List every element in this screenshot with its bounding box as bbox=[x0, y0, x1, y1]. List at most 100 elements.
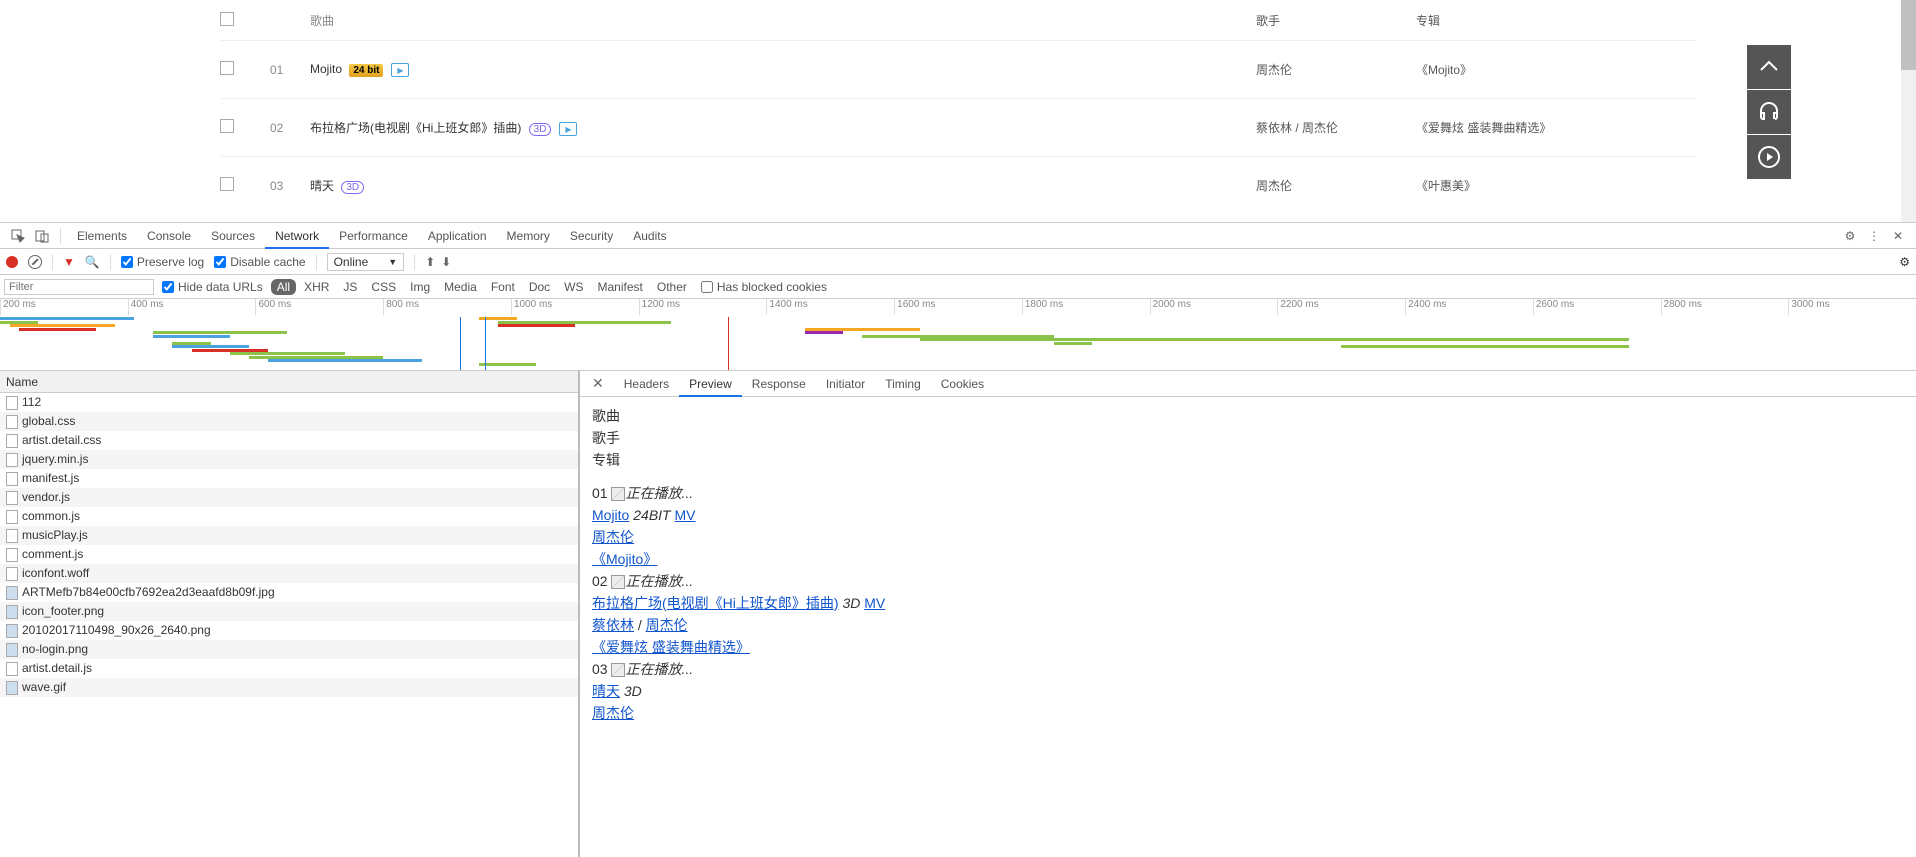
file-icon bbox=[6, 529, 18, 543]
device-toggle-icon[interactable] bbox=[34, 228, 50, 244]
request-row[interactable]: global.css bbox=[0, 412, 578, 431]
devtools-main-tabs: ElementsConsoleSourcesNetworkPerformance… bbox=[0, 223, 1916, 249]
request-row[interactable]: wave.gif bbox=[0, 678, 578, 697]
preview-artist-link[interactable]: 蔡依林 bbox=[592, 617, 634, 633]
main-tab-application[interactable]: Application bbox=[418, 223, 497, 249]
filter-type-doc[interactable]: Doc bbox=[523, 279, 556, 295]
preview-content[interactable]: 歌曲歌手专辑01 正在播放...Mojito 24BIT MV周杰伦《Mojit… bbox=[580, 397, 1916, 857]
inspect-icon[interactable] bbox=[10, 228, 26, 244]
request-row[interactable]: common.js bbox=[0, 507, 578, 526]
detail-tab-preview[interactable]: Preview bbox=[679, 371, 742, 397]
play-mv-button[interactable]: ▶ bbox=[559, 122, 577, 136]
filter-type-xhr[interactable]: XHR bbox=[298, 279, 335, 295]
row-checkbox[interactable] bbox=[220, 177, 234, 191]
filter-type-all[interactable]: All bbox=[271, 279, 296, 295]
column-name-header[interactable]: Name bbox=[0, 371, 578, 393]
preview-artist-link[interactable]: 周杰伦 bbox=[592, 705, 634, 721]
row-checkbox[interactable] bbox=[220, 61, 234, 75]
preview-playing-alt: 正在播放... bbox=[625, 573, 693, 589]
main-tab-sources[interactable]: Sources bbox=[201, 223, 265, 249]
detail-tab-response[interactable]: Response bbox=[742, 371, 816, 397]
preview-num: 02 bbox=[592, 573, 608, 589]
filter-type-ws[interactable]: WS bbox=[558, 279, 589, 295]
main-tab-elements[interactable]: Elements bbox=[67, 223, 137, 249]
play-button[interactable] bbox=[1747, 135, 1791, 179]
timeline-bar bbox=[920, 338, 1629, 341]
main-tab-memory[interactable]: Memory bbox=[497, 223, 560, 249]
filter-type-css[interactable]: CSS bbox=[365, 279, 402, 295]
song-row[interactable]: 01Mojito 24 bit▶周杰伦《Mojito》 bbox=[220, 40, 1696, 98]
preview-artist-link[interactable]: 周杰伦 bbox=[646, 617, 688, 633]
request-row[interactable]: iconfont.woff bbox=[0, 564, 578, 583]
request-row[interactable]: artist.detail.css bbox=[0, 431, 578, 450]
request-row[interactable]: 112 bbox=[0, 393, 578, 412]
preserve-log-checkbox[interactable]: Preserve log bbox=[121, 255, 204, 269]
request-row[interactable]: musicPlay.js bbox=[0, 526, 578, 545]
request-row[interactable]: jquery.min.js bbox=[0, 450, 578, 469]
download-icon[interactable]: ⬇ bbox=[441, 255, 451, 269]
request-detail-panel: ✕ HeadersPreviewResponseInitiatorTimingC… bbox=[580, 371, 1916, 857]
request-row[interactable]: artist.detail.js bbox=[0, 659, 578, 678]
hide-data-urls-checkbox[interactable]: Hide data URLs bbox=[162, 280, 263, 294]
preview-title-link[interactable]: 晴天 bbox=[592, 683, 620, 699]
song-row[interactable]: 02布拉格广场(电视剧《Hi上班女郎》插曲) 3D▶蔡依林 / 周杰伦《爱舞炫 … bbox=[220, 98, 1696, 156]
preview-mv-link[interactable]: MV bbox=[675, 507, 696, 523]
upload-icon[interactable]: ⬆ bbox=[425, 255, 435, 269]
throttle-select[interactable]: Online▼ bbox=[327, 253, 405, 271]
devtools-settings-icon[interactable]: ⚙ bbox=[1842, 228, 1858, 244]
devtools-close-icon[interactable]: ✕ bbox=[1890, 228, 1906, 244]
request-row[interactable]: manifest.js bbox=[0, 469, 578, 488]
main-tab-audits[interactable]: Audits bbox=[623, 223, 676, 249]
file-icon bbox=[6, 662, 18, 676]
record-button[interactable] bbox=[6, 256, 18, 268]
detail-tab-headers[interactable]: Headers bbox=[614, 371, 679, 397]
preview-num: 01 bbox=[592, 485, 608, 501]
filter-type-img[interactable]: Img bbox=[404, 279, 436, 295]
filter-type-font[interactable]: Font bbox=[485, 279, 521, 295]
page-scrollbar[interactable] bbox=[1901, 0, 1916, 222]
filter-type-manifest[interactable]: Manifest bbox=[592, 279, 649, 295]
request-row[interactable]: no-login.png bbox=[0, 640, 578, 659]
detail-tab-timing[interactable]: Timing bbox=[875, 371, 931, 397]
clear-button[interactable] bbox=[28, 255, 42, 269]
request-row[interactable]: 20102017110498_90x26_2640.png bbox=[0, 621, 578, 640]
blocked-cookies-checkbox[interactable]: Has blocked cookies bbox=[701, 280, 827, 294]
network-timeline[interactable]: 200 ms400 ms600 ms800 ms1000 ms1200 ms14… bbox=[0, 299, 1916, 371]
file-icon bbox=[6, 453, 18, 467]
file-icon bbox=[6, 434, 18, 448]
filter-type-js[interactable]: JS bbox=[337, 279, 363, 295]
filter-type-other[interactable]: Other bbox=[651, 279, 693, 295]
main-tab-console[interactable]: Console bbox=[137, 223, 201, 249]
disable-cache-checkbox[interactable]: Disable cache bbox=[214, 255, 305, 269]
preview-title-link[interactable]: 布拉格广场(电视剧《Hi上班女郎》插曲) bbox=[592, 595, 839, 611]
request-list[interactable]: 112global.cssartist.detail.cssjquery.min… bbox=[0, 393, 578, 857]
play-mv-button[interactable]: ▶ bbox=[391, 63, 409, 77]
scroll-top-button[interactable] bbox=[1747, 45, 1791, 89]
file-icon bbox=[6, 605, 18, 619]
main-tab-security[interactable]: Security bbox=[560, 223, 623, 249]
detail-tab-initiator[interactable]: Initiator bbox=[816, 371, 875, 397]
filter-toggle-icon[interactable]: ▼ bbox=[63, 255, 75, 269]
preview-album-link[interactable]: 《Mojito》 bbox=[592, 551, 657, 567]
preview-artist-link[interactable]: 周杰伦 bbox=[592, 529, 634, 545]
support-button[interactable] bbox=[1747, 90, 1791, 134]
main-tab-performance[interactable]: Performance bbox=[329, 223, 418, 249]
request-row[interactable]: icon_footer.png bbox=[0, 602, 578, 621]
request-row[interactable]: vendor.js bbox=[0, 488, 578, 507]
request-row[interactable]: ARTMefb7b84e00cfb7692ea2d3eaafd8b09f.jpg bbox=[0, 583, 578, 602]
devtools-menu-icon[interactable]: ⋮ bbox=[1866, 228, 1882, 244]
select-all-checkbox[interactable] bbox=[220, 12, 234, 26]
preview-title-link[interactable]: Mojito bbox=[592, 507, 629, 523]
filter-input[interactable] bbox=[4, 279, 154, 295]
close-detail-icon[interactable]: ✕ bbox=[586, 375, 610, 392]
detail-tab-cookies[interactable]: Cookies bbox=[931, 371, 994, 397]
preview-album-link[interactable]: 《爱舞炫 盛装舞曲精选》 bbox=[592, 639, 750, 655]
song-row[interactable]: 03晴天 3D周杰伦《叶惠美》 bbox=[220, 156, 1696, 214]
main-tab-network[interactable]: Network bbox=[265, 223, 329, 249]
network-settings-icon[interactable]: ⚙ bbox=[1899, 255, 1910, 269]
row-checkbox[interactable] bbox=[220, 119, 234, 133]
filter-type-media[interactable]: Media bbox=[438, 279, 483, 295]
preview-mv-link[interactable]: MV bbox=[864, 595, 885, 611]
search-icon[interactable]: 🔍 bbox=[85, 255, 100, 269]
request-row[interactable]: comment.js bbox=[0, 545, 578, 564]
